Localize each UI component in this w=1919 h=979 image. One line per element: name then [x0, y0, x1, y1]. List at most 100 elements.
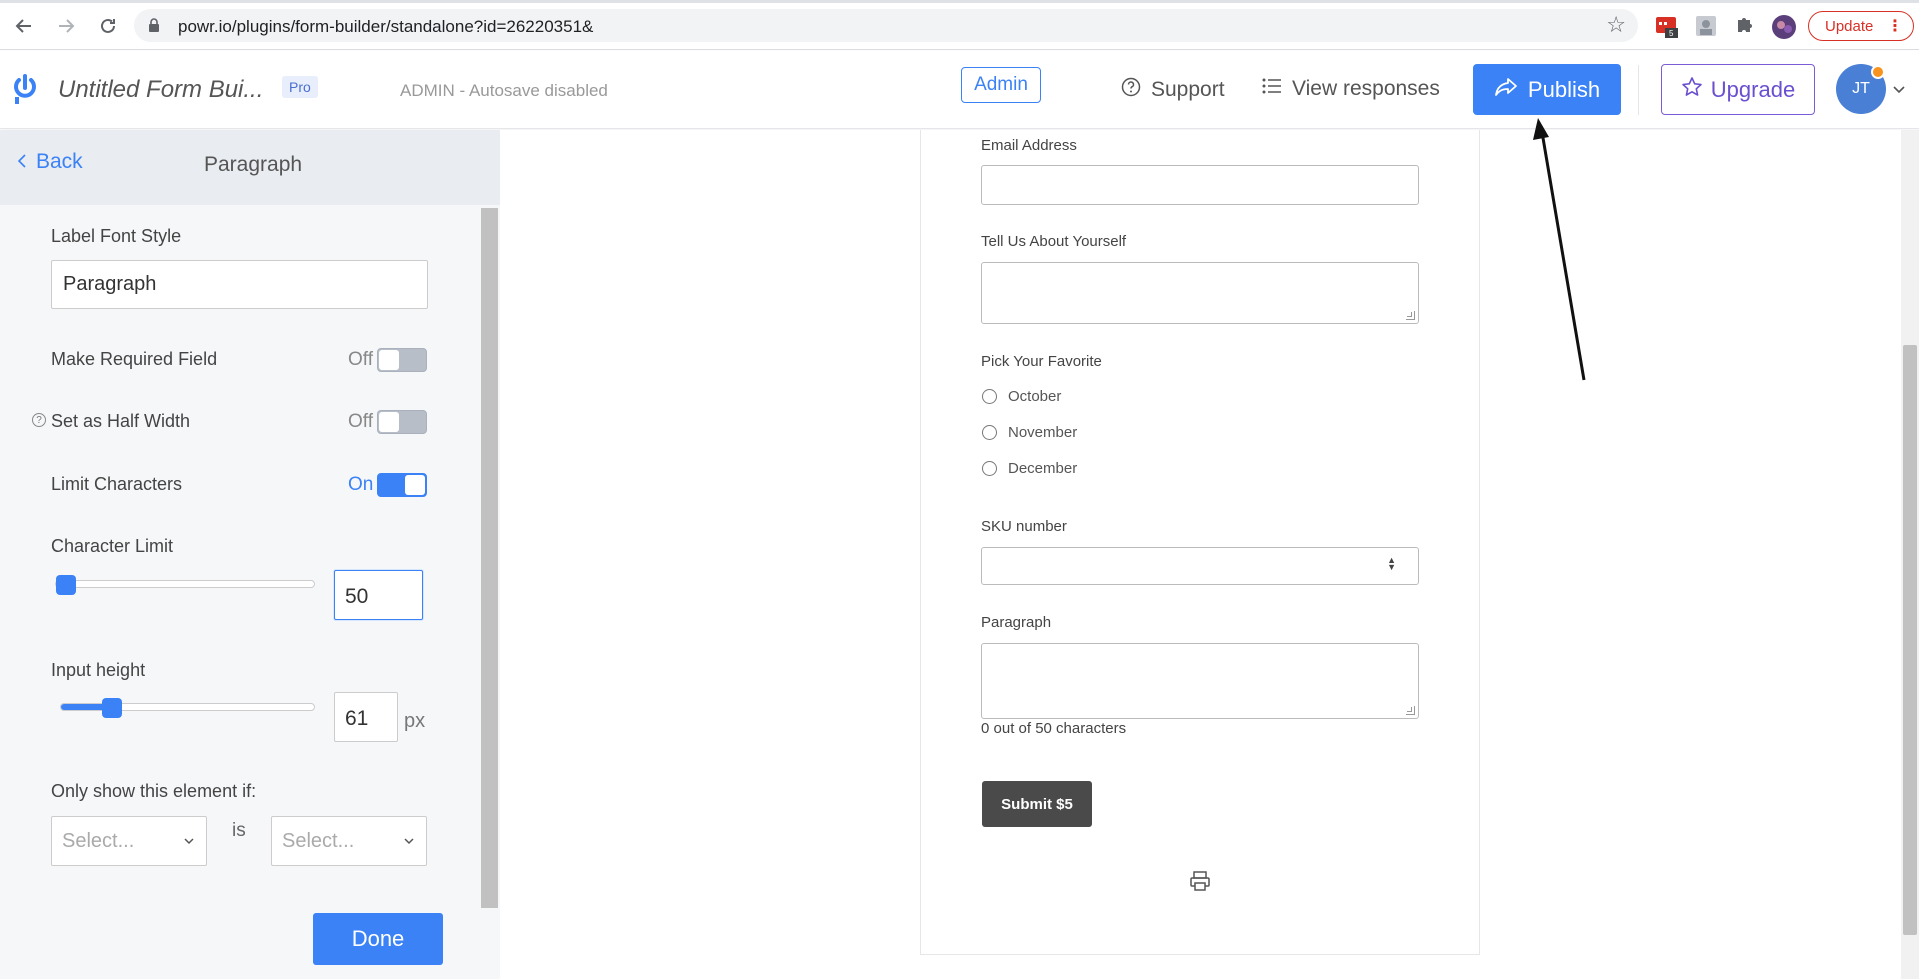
view-responses-link[interactable]: View responses — [1262, 77, 1440, 101]
resize-handle-icon[interactable] — [1406, 311, 1415, 320]
condition-field-placeholder: Select... — [62, 830, 135, 852]
input-height-slider[interactable] — [60, 698, 315, 718]
sku-label: SKU number — [981, 518, 1067, 535]
limit-characters-label: Limit Characters — [51, 474, 183, 494]
extension-profile-icon[interactable] — [1694, 14, 1718, 38]
panel-header: Back Paragraph — [0, 130, 500, 205]
input-height-unit: px — [404, 710, 426, 732]
chevron-down-icon[interactable] — [1893, 81, 1905, 97]
character-limit-slider-thumb[interactable] — [56, 575, 76, 595]
panel-scrollbar[interactable] — [481, 208, 498, 908]
bookmark-star-icon[interactable]: ☆ — [1606, 12, 1626, 38]
radio-button[interactable] — [982, 461, 997, 476]
panel-title: Paragraph — [204, 153, 303, 176]
input-height-input[interactable]: 61 — [334, 692, 398, 742]
number-spinner-icon[interactable]: ▲ ▼ — [1387, 556, 1396, 572]
character-limit-label: Character Limit — [51, 536, 174, 556]
page-scrollbar[interactable] — [1901, 130, 1919, 979]
share-arrow-icon — [1494, 77, 1518, 103]
notification-dot — [1871, 65, 1885, 79]
print-icon[interactable] — [1189, 870, 1211, 897]
condition-value-select[interactable]: Select... — [271, 816, 427, 866]
limit-characters-toggle[interactable] — [377, 473, 427, 497]
half-width-label: Set as Half Width — [51, 411, 191, 431]
radio-button[interactable] — [982, 425, 997, 440]
radio-option-november[interactable]: November — [982, 424, 1077, 441]
submit-button[interactable]: Submit $5 — [982, 781, 1092, 827]
extension-calendar-icon[interactable]: 5 — [1655, 14, 1679, 38]
back-arrow-icon[interactable] — [10, 12, 38, 40]
limit-characters-state: On — [348, 474, 374, 495]
condition-label: Only show this element if: — [51, 781, 257, 801]
reload-icon[interactable] — [94, 12, 122, 40]
label-font-style-label: Label Font Style — [51, 226, 182, 246]
half-width-state: Off — [348, 411, 373, 432]
chevron-left-icon — [17, 150, 26, 174]
header-divider — [1638, 65, 1639, 115]
update-label: Update — [1825, 17, 1874, 35]
browser-update-button[interactable]: Update ⋮ — [1808, 11, 1914, 41]
upgrade-button[interactable]: Upgrade — [1661, 64, 1815, 115]
annotation-arrow-icon — [1533, 118, 1586, 381]
email-input[interactable] — [981, 165, 1419, 205]
required-field-toggle[interactable] — [377, 348, 427, 372]
page-scrollbar-thumb[interactable] — [1903, 345, 1917, 935]
tab-strip-edge — [0, 0, 1919, 3]
radio-button[interactable] — [982, 389, 997, 404]
about-label: Tell Us About Yourself — [981, 233, 1127, 250]
required-field-state: Off — [348, 349, 373, 370]
chevron-down-icon — [184, 832, 194, 848]
email-label: Email Address — [981, 137, 1077, 154]
list-icon — [1262, 77, 1282, 101]
admin-button[interactable]: Admin — [961, 67, 1041, 103]
done-button[interactable]: Done — [313, 913, 443, 965]
element-settings-panel: Back Paragraph Label Font Style Paragrap… — [0, 130, 500, 979]
about-textarea[interactable] — [981, 262, 1419, 324]
favorite-label: Pick Your Favorite — [981, 353, 1102, 370]
back-link[interactable]: Back — [17, 150, 83, 174]
radio-option-october[interactable]: October — [982, 388, 1061, 405]
character-limit-slider[interactable] — [55, 575, 315, 595]
back-label: Back — [36, 150, 83, 173]
support-label: Support — [1151, 78, 1225, 101]
lock-icon — [148, 17, 160, 38]
powr-logo-icon[interactable] — [12, 73, 38, 110]
kebab-menu-icon: ⋮ — [1887, 18, 1903, 35]
app-title[interactable]: Untitled Form Bui... — [58, 76, 263, 104]
paragraph-label: Paragraph — [981, 614, 1052, 631]
upgrade-label: Upgrade — [1710, 76, 1796, 102]
radio-label: December — [1008, 460, 1078, 477]
forward-arrow-icon[interactable] — [52, 12, 80, 40]
question-circle-icon — [1121, 77, 1141, 103]
form-card — [920, 130, 1480, 955]
condition-value-placeholder: Select... — [282, 830, 355, 852]
autosave-status: ADMIN - Autosave disabled — [400, 81, 608, 100]
publish-button[interactable]: Publish — [1473, 64, 1621, 115]
condition-field-select[interactable]: Select... — [51, 816, 207, 866]
svg-text:5: 5 — [1669, 29, 1674, 38]
question-circle-icon[interactable]: ? — [32, 413, 46, 427]
half-width-toggle[interactable] — [377, 410, 427, 434]
view-responses-label: View responses — [1292, 77, 1440, 100]
pro-badge: Pro — [282, 76, 318, 98]
url-text: powr.io/plugins/form-builder/standalone?… — [178, 17, 594, 36]
required-field-label: Make Required Field — [51, 349, 218, 369]
input-height-slider-thumb[interactable] — [102, 698, 122, 718]
browser-toolbar: powr.io/plugins/form-builder/standalone?… — [0, 0, 1919, 50]
radio-label: November — [1008, 424, 1078, 441]
publish-label: Publish — [1527, 76, 1601, 102]
app-header: Untitled Form Bui... Pro ADMIN - Autosav… — [0, 51, 1919, 129]
profile-avatar-icon[interactable] — [1771, 14, 1796, 39]
address-bar[interactable]: powr.io/plugins/form-builder/standalone?… — [134, 9, 1638, 42]
sku-number-input[interactable]: ▲ ▼ — [981, 547, 1419, 585]
resize-handle-icon[interactable] — [1406, 706, 1415, 715]
support-link[interactable]: Support — [1121, 77, 1225, 103]
paragraph-textarea[interactable] — [981, 643, 1419, 719]
puzzle-extensions-icon[interactable] — [1734, 14, 1758, 38]
character-limit-input[interactable]: 50 — [334, 570, 423, 620]
radio-option-december[interactable]: December — [982, 460, 1077, 477]
condition-operator: is — [232, 820, 246, 841]
star-outline-icon — [1681, 76, 1703, 104]
character-count: 0 out of 50 characters — [981, 720, 1127, 737]
label-font-style-input[interactable]: Paragraph — [51, 260, 428, 309]
